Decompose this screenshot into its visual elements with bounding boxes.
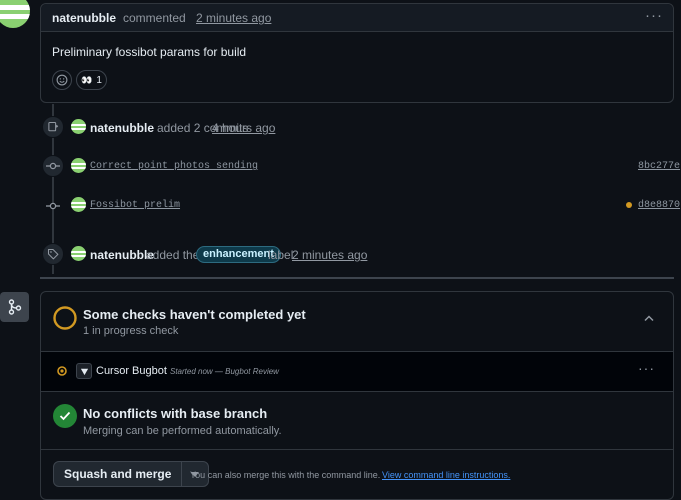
checks-summary[interactable]: Some checks haven't completed yet 1 in p…	[41, 292, 673, 351]
reaction-eyes-button[interactable]: 👀 1	[76, 70, 107, 90]
commit-node	[42, 155, 64, 177]
avatar[interactable]	[71, 119, 86, 134]
merge-hint: You can also merge this with the command…	[190, 470, 381, 480]
comment-action: commented	[123, 11, 186, 25]
smiley-icon	[56, 74, 68, 86]
commit-sha[interactable]: d8e8870	[638, 200, 680, 211]
commits-badge	[42, 116, 64, 138]
conflicts-subtitle: Merging can be performed automatically.	[83, 425, 282, 437]
eyes-icon: 👀	[81, 74, 93, 85]
check-name[interactable]: Cursor Bugbot	[96, 365, 167, 377]
label-event-action: added the	[146, 248, 200, 262]
bugbot-app-icon	[76, 363, 92, 379]
kebab-menu-icon[interactable]: ···	[645, 8, 663, 23]
git-commit-icon	[46, 162, 60, 170]
tag-icon	[47, 248, 59, 260]
squash-and-merge-button[interactable]: Squash and merge	[54, 462, 183, 486]
label-event-suffix: label	[268, 248, 294, 262]
command-line-instructions-link[interactable]: View command line instructions.	[382, 470, 510, 480]
check-row[interactable]: Cursor Bugbot Started now — Bugbot Revie…	[41, 351, 673, 392]
git-commit-icon	[46, 202, 60, 210]
git-merge-icon	[8, 299, 21, 315]
avatar[interactable]	[71, 158, 86, 173]
label-badge	[42, 243, 64, 265]
commits-timestamp[interactable]: 4 hours ago	[212, 121, 275, 135]
check-detail: Started now — Bugbot Review	[170, 367, 279, 376]
avatar[interactable]	[71, 197, 86, 212]
commit-sha[interactable]: 8bc277e	[638, 161, 680, 172]
commits-author[interactable]: natenubble	[90, 121, 154, 135]
checks-title: Some checks haven't completed yet	[83, 307, 306, 322]
pending-status-dot[interactable]	[626, 202, 632, 208]
checks-subtitle: 1 in progress check	[83, 325, 179, 337]
conflicts-section: No conflicts with base branch Merging ca…	[41, 392, 673, 450]
repo-push-icon	[48, 121, 59, 132]
merge-box: Some checks haven't completed yet 1 in p…	[40, 291, 674, 500]
avatar[interactable]	[71, 246, 86, 261]
commit-message[interactable]: Fossibot prelim	[90, 200, 180, 211]
comment-timestamp[interactable]: 2 minutes ago	[196, 11, 271, 25]
in-progress-icon	[57, 366, 67, 376]
commit-message[interactable]: Correct point photos sending	[90, 161, 258, 172]
kebab-menu-icon[interactable]: ···	[638, 361, 655, 375]
label-event-author[interactable]: natenubble	[90, 248, 154, 262]
timeline-divider	[40, 277, 674, 279]
add-reaction-button[interactable]	[52, 70, 72, 90]
merge-status-icon-box	[0, 292, 29, 322]
comment-author[interactable]: natenubble	[52, 11, 116, 25]
chevron-up-icon[interactable]	[644, 315, 654, 322]
conflicts-title: No conflicts with base branch	[83, 406, 268, 421]
pending-circle-icon	[53, 306, 77, 330]
avatar[interactable]	[0, 0, 30, 28]
label-event-timestamp[interactable]: 2 minutes ago	[292, 248, 367, 262]
comment: natenubble commented 2 minutes ago ··· P…	[40, 3, 674, 103]
comment-header: natenubble commented 2 minutes ago ···	[41, 4, 673, 32]
check-circle-icon	[53, 404, 77, 428]
comment-body: Preliminary fossibot params for build	[52, 45, 247, 59]
merge-button-group: Squash and merge	[53, 461, 210, 487]
reaction-count: 1	[96, 74, 102, 86]
commit-node	[46, 200, 60, 214]
